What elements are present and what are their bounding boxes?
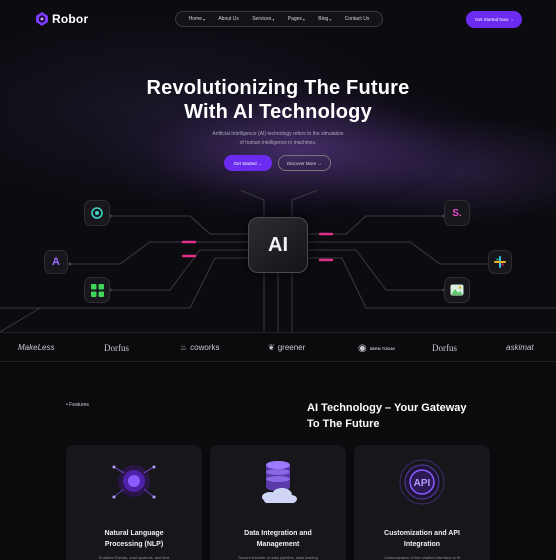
hero-section: Robor Home ▾ About Us Services ▾ Pages ▾ Bl… bbox=[0, 0, 556, 332]
ring-icon: ◉ bbox=[358, 343, 367, 354]
adobe-icon: A bbox=[44, 250, 68, 274]
card-title: Data Integration and Management bbox=[244, 530, 312, 548]
card-title: Natural Language Processing (NLP) bbox=[104, 530, 164, 548]
image-gallery-icon bbox=[444, 277, 470, 303]
get-started-now-button[interactable]: Get Started Now › bbox=[466, 11, 522, 28]
leaf-icon: ❦ bbox=[268, 343, 275, 352]
skype-icon: S. bbox=[444, 200, 470, 226]
grid-app-icon bbox=[84, 277, 110, 303]
nav-item-about[interactable]: About Us bbox=[218, 16, 239, 22]
chevron-down-icon: ▾ bbox=[272, 16, 275, 22]
brand-logo-greener: ❦ greener bbox=[268, 343, 306, 352]
feature-card-data-integration[interactable]: Data Integration and Management Secure t… bbox=[210, 445, 346, 560]
hero-subtitle: Artificial Intelligence (AI) technology … bbox=[212, 131, 344, 146]
chevron-down-icon: ▾ bbox=[329, 16, 332, 22]
robot-logo-icon bbox=[36, 12, 48, 26]
brand-logo-askimat: askimat bbox=[506, 343, 534, 352]
nav-item-blog[interactable]: Blog ▾ bbox=[318, 16, 331, 22]
nlp-brain-icon bbox=[104, 457, 164, 507]
discover-more-button[interactable]: Discover More → bbox=[278, 155, 331, 171]
get-started-button[interactable]: Get Started → bbox=[224, 155, 272, 171]
chatgpt-icon bbox=[84, 200, 110, 226]
features-title: AI Technology – Your Gateway To The Futu… bbox=[307, 402, 467, 430]
brand-logo-dorfus-2: Dorfus bbox=[432, 343, 457, 353]
feature-card-api[interactable]: API Customization and API Integration Cu… bbox=[354, 445, 490, 560]
chevron-right-icon: › bbox=[511, 17, 513, 22]
nav-item-contact[interactable]: Contact Us bbox=[345, 16, 370, 22]
main-nav: Home ▾ About Us Services ▾ Pages ▾ Blog ▾ Co… bbox=[175, 11, 383, 27]
slack-icon bbox=[488, 250, 512, 274]
ai-chip: AI bbox=[248, 217, 308, 273]
brand-logos-strip: MakeLess Dorfus ♨ coworks ❦ greener ◉ SEEN … bbox=[0, 332, 556, 362]
brand-logo-seen-today: ◉ SEEN TODAY bbox=[358, 343, 396, 354]
nav-item-pages[interactable]: Pages ▾ bbox=[288, 16, 305, 22]
card-description: Secure transfer of data pipeline, data l… bbox=[238, 555, 318, 560]
logo[interactable]: Robor bbox=[36, 12, 88, 26]
card-description: Customization of the chatbot interface t… bbox=[384, 555, 460, 560]
cta-label: Get Started Now bbox=[475, 17, 509, 22]
card-description: Enables Robots, chat systems, and text bbox=[98, 555, 170, 560]
api-chip-icon: API bbox=[392, 457, 452, 507]
brand-logo-makeless: MakeLess bbox=[18, 343, 55, 352]
database-cloud-icon bbox=[248, 457, 308, 507]
brand-logo-dorfus: Dorfus bbox=[104, 343, 129, 353]
coworks-icon: ♨ bbox=[180, 343, 188, 352]
chevron-down-icon: ▾ bbox=[203, 16, 206, 22]
api-label: API bbox=[414, 478, 431, 489]
features-tag: • Features bbox=[66, 402, 89, 408]
card-title: Customization and API Integration bbox=[384, 530, 460, 548]
brand-logo-coworks: ♨ coworks bbox=[180, 343, 220, 352]
nav-item-services[interactable]: Services ▾ bbox=[252, 16, 274, 22]
hero-headline: Revolutionizing The Future With AI Techn… bbox=[146, 77, 410, 123]
brand-name: Robor bbox=[52, 12, 89, 26]
chip-label: AI bbox=[268, 233, 288, 256]
feature-card-nlp[interactable]: Natural Language Processing (NLP) Enable… bbox=[66, 445, 202, 560]
nav-item-home[interactable]: Home ▾ bbox=[189, 16, 205, 22]
chevron-down-icon: ▾ bbox=[302, 16, 305, 22]
